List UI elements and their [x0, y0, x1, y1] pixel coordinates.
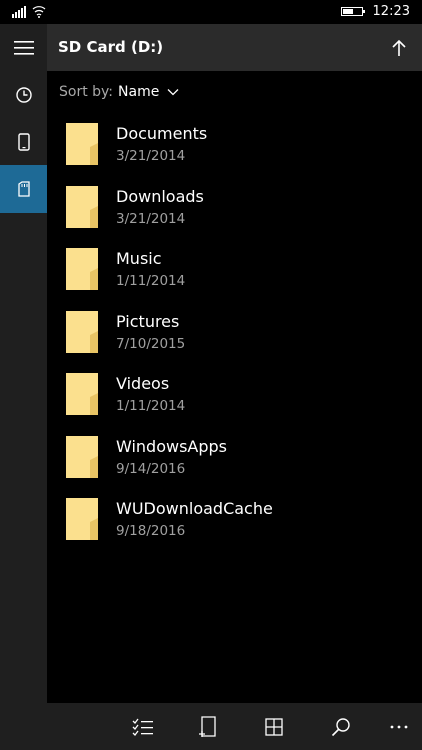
file-name: Pictures [116, 311, 180, 331]
file-date: 3/21/2014 [116, 210, 186, 227]
file-date: 9/14/2016 [116, 460, 186, 477]
folder-icon [66, 435, 98, 478]
up-button[interactable] [384, 33, 414, 63]
signal-bars-icon [12, 5, 26, 18]
up-arrow-icon [392, 39, 406, 56]
sort-value: Name [118, 84, 160, 100]
battery-icon [340, 7, 365, 16]
status-clock: 12:23 [372, 4, 410, 19]
grid-view-button[interactable] [258, 711, 290, 743]
sort-label: Sort by: [59, 84, 114, 100]
file-name: Downloads [116, 186, 204, 206]
sidebar [0, 24, 47, 750]
sidebar-item-sd-card[interactable] [0, 165, 47, 213]
sort-control[interactable]: Sort by: Name [59, 80, 179, 104]
folder-icon [66, 373, 98, 415]
folder-icon [66, 248, 98, 290]
status-right: 12:23 [340, 4, 410, 19]
new-folder-icon [199, 716, 216, 737]
list-item[interactable]: Pictures 7/10/2015 [47, 306, 422, 369]
hamburger-menu-button[interactable] [0, 24, 47, 72]
folder-icon [66, 310, 98, 353]
chevron-down-icon [167, 89, 179, 96]
file-name: Music [116, 249, 162, 268]
file-date: 3/21/2014 [116, 148, 186, 164]
sd-card-icon [17, 181, 30, 197]
select-button[interactable] [127, 711, 159, 743]
file-name: Videos [116, 374, 170, 393]
hamburger-menu-icon [13, 41, 34, 55]
status-bar: 12:23 [0, 0, 422, 24]
more-ellipsis-icon [390, 725, 408, 729]
recent-clock-icon [15, 87, 32, 103]
list-item[interactable]: Documents 3/21/2014 [47, 118, 422, 181]
search-button[interactable] [325, 711, 357, 743]
select-checklist-icon [132, 718, 153, 736]
new-folder-button[interactable] [192, 711, 224, 743]
bottom-app-bar [47, 703, 422, 750]
list-item[interactable]: Downloads 3/21/2014 [47, 181, 422, 244]
phone-icon [17, 133, 30, 151]
more-button[interactable] [383, 711, 415, 743]
grid-view-icon [265, 718, 283, 736]
list-item[interactable]: Videos 1/11/2014 [47, 368, 422, 431]
list-item[interactable]: Music 1/11/2014 [47, 243, 422, 306]
file-date: 1/11/2014 [116, 273, 186, 289]
sidebar-item-phone[interactable] [0, 118, 47, 166]
folder-icon [66, 185, 98, 228]
battery-fill [342, 9, 354, 14]
folder-icon [66, 123, 98, 165]
page-title: SD Card (D:) [58, 38, 164, 56]
file-name: WindowsApps [116, 436, 228, 456]
status-left [12, 5, 46, 18]
file-date: 9/18/2016 [116, 523, 186, 539]
wifi-icon [32, 6, 46, 18]
file-list: Documents 3/21/2014 Downloads 3/21/2014 … [47, 118, 422, 556]
search-icon [331, 718, 350, 737]
list-item[interactable]: WindowsApps 9/14/2016 [47, 431, 422, 494]
list-item[interactable]: WUDownloadCache 9/18/2016 [47, 493, 422, 556]
sidebar-item-recent[interactable] [0, 71, 47, 119]
file-date: 7/10/2015 [116, 335, 186, 352]
file-date: 1/11/2014 [116, 398, 186, 414]
file-name: Documents [116, 124, 208, 143]
file-name: WUDownloadCache [116, 499, 273, 518]
folder-icon [66, 498, 98, 540]
header: SD Card (D:) [47, 24, 422, 71]
